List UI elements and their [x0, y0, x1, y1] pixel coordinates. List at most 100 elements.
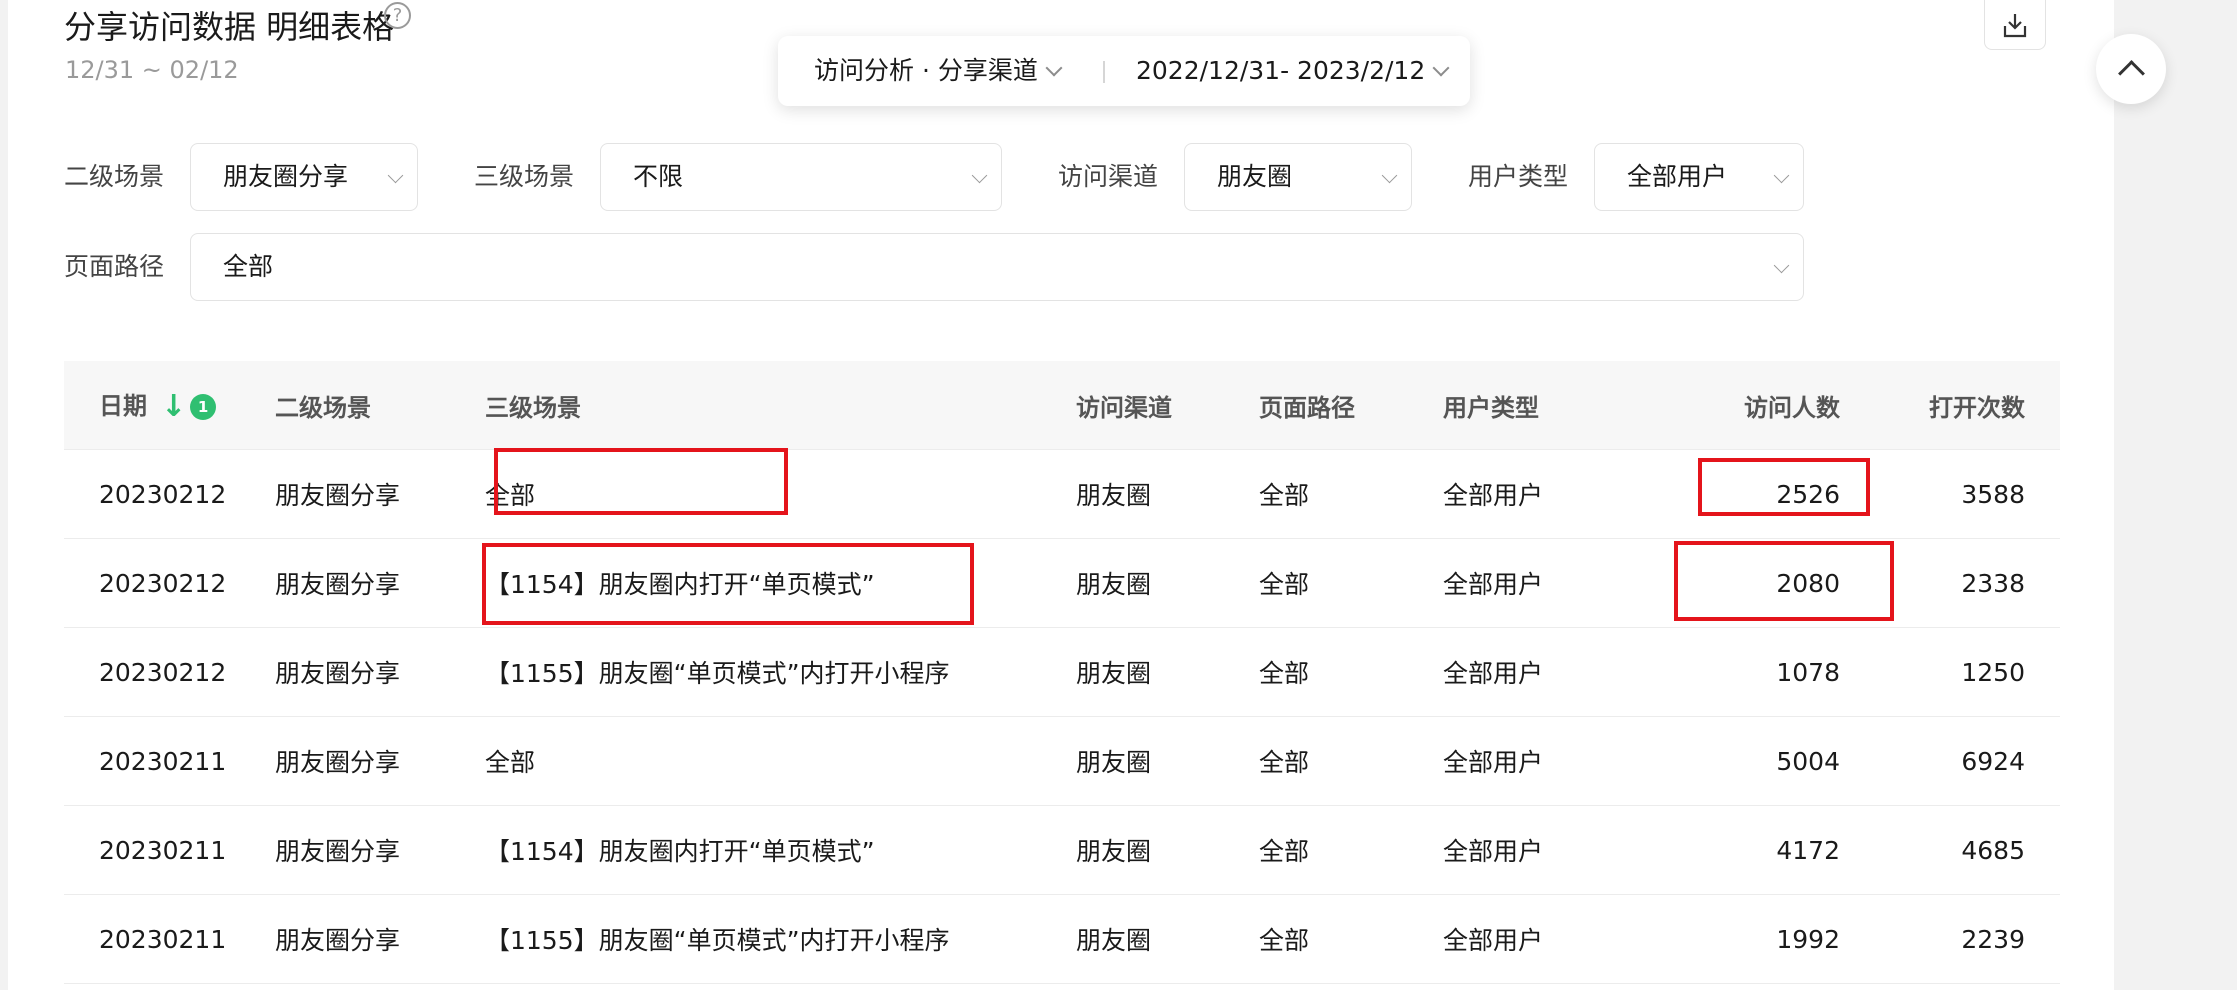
cell-scene2: 朋友圈分享	[275, 538, 485, 628]
highlight-box	[1674, 541, 1894, 621]
column-header-channel: 访问渠道	[1076, 361, 1259, 450]
cell-usertype: 全部用户	[1443, 716, 1623, 806]
cell-date: 20230212	[64, 627, 275, 717]
cell-scene2: 朋友圈分享	[275, 627, 485, 717]
cell-scene3: 【1155】朋友圈“单页模式”内打开小程序	[485, 894, 1076, 984]
cell-opens: 1250	[1840, 627, 2060, 717]
cell-channel: 朋友圈	[1076, 894, 1259, 984]
help-icon[interactable]: ?	[384, 2, 411, 29]
cell-date: 20230211	[64, 716, 275, 806]
date-dropdown-label: 2022/12/31- 2023/2/12	[1136, 56, 1426, 85]
chevron-down-icon	[1432, 59, 1450, 77]
cell-scene2: 朋友圈分享	[275, 894, 485, 984]
floating-filter-bar: 访问分析 · 分享渠道 2022/12/31- 2023/2/12	[778, 36, 1470, 106]
table-row[interactable]: 20230211 朋友圈分享 全部 朋友圈 全部 全部用户 5004 6924	[64, 716, 2060, 806]
back-to-top-button[interactable]	[2096, 34, 2166, 104]
channel-select[interactable]: 朋友圈	[1184, 143, 1412, 211]
cell-channel: 朋友圈	[1076, 449, 1259, 539]
download-icon	[2003, 13, 2027, 37]
scene3-select[interactable]: 不限	[600, 143, 1002, 211]
scene3-value: 不限	[633, 162, 684, 191]
export-button[interactable]	[1984, 0, 2046, 50]
filter-label-scene2: 二级场景	[64, 162, 165, 191]
cell-usertype: 全部用户	[1443, 894, 1623, 984]
date-range-subtitle: 12/31 ~ 02/12	[65, 56, 239, 84]
cell-date: 20230212	[64, 538, 275, 628]
cell-path: 全部	[1259, 627, 1443, 717]
cell-usertype: 全部用户	[1443, 627, 1623, 717]
chevron-down-icon	[387, 167, 404, 184]
cell-visitors: 1992	[1623, 894, 1840, 984]
cell-visitors: 5004	[1623, 716, 1840, 806]
column-header-date-label: 日期	[99, 391, 147, 420]
cell-channel: 朋友圈	[1076, 538, 1259, 628]
filter-label-scene3: 三级场景	[474, 162, 575, 191]
cell-visitors: 4172	[1623, 805, 1840, 895]
table-row[interactable]: 20230212 朋友圈分享 【1155】朋友圈“单页模式”内打开小程序 朋友圈 全部全…	[64, 627, 2060, 717]
scene2-select[interactable]: 朋友圈分享	[190, 143, 418, 211]
highlight-box	[1698, 458, 1870, 516]
analysis-dropdown-label: 访问分析 · 分享渠道	[814, 56, 1038, 85]
usertype-select[interactable]: 全部用户	[1594, 143, 1804, 211]
chevron-up-icon	[2118, 60, 2145, 87]
detail-table: 日期 ↓ 1 二级场景 三级场景 访问渠道 页面路径 用户类型 访问人数 打开次数 …	[64, 361, 2060, 984]
scene2-value: 朋友圈分享	[223, 162, 349, 191]
table-header-row: 日期 ↓ 1 二级场景 三级场景 访问渠道 页面路径 用户类型 访问人数 打开次数	[64, 361, 2060, 450]
cell-opens: 3588	[1840, 449, 2060, 539]
cell-opens: 4685	[1840, 805, 2060, 895]
column-header-scene2: 二级场景	[275, 361, 485, 450]
cell-opens: 6924	[1840, 716, 2060, 806]
cell-scene3: 全部	[485, 716, 1076, 806]
cell-path: 全部	[1259, 449, 1443, 539]
chevron-down-icon	[971, 167, 988, 184]
page-panel: 分享访问数据 明细表格 ? 12/31 ~ 02/12 二级场景 朋友圈分享 三…	[8, 0, 2114, 990]
divider	[1103, 61, 1105, 83]
cell-scene2: 朋友圈分享	[275, 805, 485, 895]
table-row[interactable]: 20230211 朋友圈分享 【1154】朋友圈内打开“单页模式” 朋友圈 全部 全部用户…	[64, 805, 2060, 895]
path-select[interactable]: 全部	[190, 233, 1804, 301]
highlight-box	[494, 448, 788, 515]
highlight-box	[482, 543, 974, 625]
column-header-date[interactable]: 日期 ↓ 1	[64, 361, 275, 450]
cell-path: 全部	[1259, 894, 1443, 984]
filter-label-channel: 访问渠道	[1058, 162, 1159, 191]
date-dropdown[interactable]: 2022/12/31- 2023/2/12	[1136, 36, 1450, 106]
analysis-dropdown[interactable]: 访问分析 · 分享渠道	[814, 36, 1063, 106]
sort-desc-icon[interactable]: ↓	[161, 389, 186, 424]
cell-usertype: 全部用户	[1443, 449, 1623, 539]
column-header-scene3: 三级场景	[485, 361, 1076, 450]
table-body: 20230212 朋友圈分享 全部 朋友圈 全部 全部用户 2526 3588 20230212…	[64, 449, 2060, 984]
column-header-usertype: 用户类型	[1443, 361, 1623, 450]
cell-date: 20230211	[64, 805, 275, 895]
chevron-down-icon	[1381, 167, 1398, 184]
cell-scene2: 朋友圈分享	[275, 716, 485, 806]
cell-scene3: 【1155】朋友圈“单页模式”内打开小程序	[485, 627, 1076, 717]
column-header-opens[interactable]: 打开次数	[1840, 361, 2060, 450]
chevron-down-icon	[1045, 59, 1063, 77]
chevron-down-icon	[1773, 257, 1790, 274]
cell-scene3: 【1154】朋友圈内打开“单页模式”	[485, 805, 1076, 895]
cell-visitors: 1078	[1623, 627, 1840, 717]
page-title: 分享访问数据 明细表格	[64, 8, 395, 46]
filter-label-usertype: 用户类型	[1468, 162, 1569, 191]
cell-path: 全部	[1259, 805, 1443, 895]
table-row[interactable]: 20230211 朋友圈分享 【1155】朋友圈“单页模式”内打开小程序 朋友圈 全部全…	[64, 894, 2060, 984]
cell-channel: 朋友圈	[1076, 627, 1259, 717]
column-header-visitors[interactable]: 访问人数	[1623, 361, 1840, 450]
cell-scene2: 朋友圈分享	[275, 449, 485, 539]
cell-usertype: 全部用户	[1443, 805, 1623, 895]
cell-date: 20230212	[64, 449, 275, 539]
cell-path: 全部	[1259, 716, 1443, 806]
usertype-value: 全部用户	[1627, 162, 1728, 191]
channel-value: 朋友圈	[1217, 162, 1293, 191]
cell-date: 20230211	[64, 894, 275, 984]
sort-order-badge: 1	[190, 393, 217, 420]
chevron-down-icon	[1773, 167, 1790, 184]
cell-channel: 朋友圈	[1076, 805, 1259, 895]
path-value: 全部	[223, 252, 274, 281]
column-header-path: 页面路径	[1259, 361, 1443, 450]
cell-channel: 朋友圈	[1076, 716, 1259, 806]
filter-label-path: 页面路径	[64, 252, 165, 281]
cell-opens: 2239	[1840, 894, 2060, 984]
cell-path: 全部	[1259, 538, 1443, 628]
